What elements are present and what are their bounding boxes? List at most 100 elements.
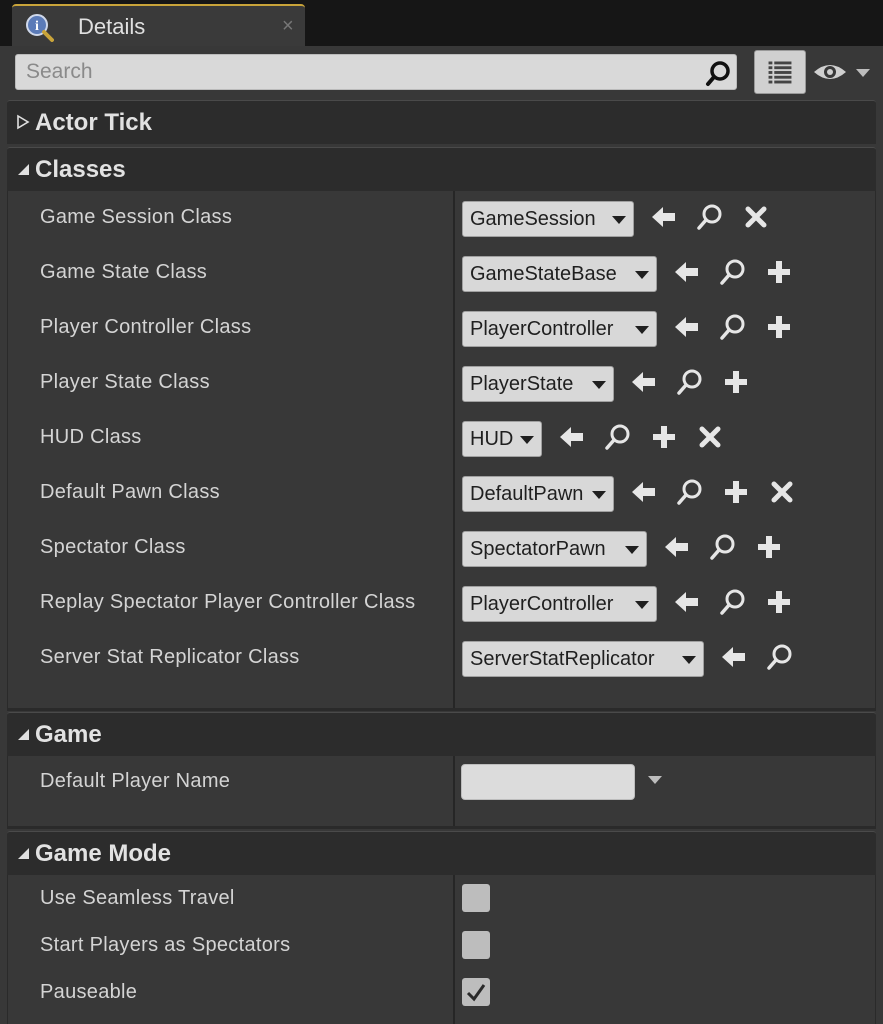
chevron-down-icon[interactable] <box>648 776 662 784</box>
category-classes[interactable]: Classes <box>7 147 876 191</box>
browse-button[interactable] <box>764 641 796 673</box>
add-button[interactable] <box>763 586 795 618</box>
browse-magnifier-icon <box>764 644 796 677</box>
property-row-bool: Use Seamless Travel <box>8 875 877 922</box>
class-picker-combo[interactable]: DefaultPawn <box>462 476 614 512</box>
category-title: Game <box>35 721 102 748</box>
use-selected-button[interactable] <box>671 586 703 618</box>
default-player-name-field[interactable] <box>461 764 635 800</box>
property-label: Use Seamless Travel <box>40 887 235 909</box>
clear-button[interactable] <box>694 421 726 453</box>
clear-x-icon <box>740 206 772 237</box>
class-picker-combo[interactable]: SpectatorPawn <box>462 531 647 567</box>
chevron-down-icon <box>592 491 606 499</box>
class-picker-combo[interactable]: HUD <box>462 421 542 457</box>
property-label: Player State Class <box>40 371 210 393</box>
clear-x-icon <box>694 426 726 457</box>
tab-title: Details <box>78 14 146 39</box>
expand-arrow-icon <box>15 114 31 130</box>
property-row-default-player-name: Default Player Name <box>8 756 877 810</box>
category-actor-tick[interactable]: Actor Tick <box>7 100 876 144</box>
tab-details[interactable]: i Details × <box>12 4 305 46</box>
clear-button[interactable] <box>766 476 798 508</box>
browse-magnifier-icon <box>707 534 739 567</box>
view-options-icon <box>755 61 805 97</box>
category-title: Actor Tick <box>35 109 152 136</box>
use-selected-button[interactable] <box>671 311 703 343</box>
arrow-left-icon <box>648 207 680 237</box>
arrow-left-icon <box>671 592 703 622</box>
class-picker-combo[interactable]: GameStateBase <box>462 256 657 292</box>
arrow-left-icon <box>671 262 703 292</box>
add-button[interactable] <box>720 366 752 398</box>
plus-icon <box>753 536 785 567</box>
property-row-class: HUD Class HUD <box>8 411 877 465</box>
use-selected-button[interactable] <box>671 256 703 288</box>
add-button[interactable] <box>763 256 795 288</box>
property-label: Pauseable <box>40 981 138 1003</box>
view-options-button[interactable] <box>754 50 806 94</box>
class-picker-combo[interactable]: GameSession <box>462 201 634 237</box>
add-button[interactable] <box>763 311 795 343</box>
search-input[interactable] <box>15 54 737 90</box>
category-game[interactable]: Game <box>7 712 876 756</box>
browse-button[interactable] <box>674 366 706 398</box>
category-game-mode[interactable]: Game Mode <box>7 831 876 875</box>
visibility-filter-button[interactable] <box>812 56 874 88</box>
details-magnifier-icon: i <box>24 12 54 42</box>
class-picker-combo[interactable]: PlayerController <box>462 586 657 622</box>
property-label: Default Player Name <box>40 770 231 792</box>
arrow-left-icon <box>671 317 703 347</box>
category-title: Game Mode <box>35 840 172 867</box>
browse-button[interactable] <box>707 531 739 563</box>
game-section: Default Player Name <box>7 756 876 826</box>
checkbox[interactable] <box>462 931 490 959</box>
add-button[interactable] <box>753 531 785 563</box>
checkbox[interactable] <box>462 978 490 1006</box>
class-picker-combo[interactable]: ServerStatReplicator <box>462 641 704 677</box>
browse-button[interactable] <box>674 476 706 508</box>
browse-magnifier-icon <box>694 204 726 237</box>
use-selected-button[interactable] <box>661 531 693 563</box>
combo-value: ServerStatReplicator <box>470 648 655 670</box>
plus-icon <box>763 316 795 347</box>
clear-button[interactable] <box>740 201 772 233</box>
search-icon[interactable] <box>705 59 733 87</box>
combo-value: HUD <box>470 428 514 450</box>
browse-button[interactable] <box>717 586 749 618</box>
property-label: Default Pawn Class <box>40 481 220 503</box>
add-button[interactable] <box>648 421 680 453</box>
category-title: Classes <box>35 156 126 183</box>
browse-button[interactable] <box>717 256 749 288</box>
browse-button[interactable] <box>602 421 634 453</box>
use-selected-button[interactable] <box>628 476 660 508</box>
chevron-down-icon <box>612 216 626 224</box>
combo-value: DefaultPawn <box>470 483 584 505</box>
combo-value: GameSession <box>470 208 596 230</box>
checkbox[interactable] <box>462 884 490 912</box>
clear-x-icon <box>766 481 798 512</box>
browse-button[interactable] <box>717 311 749 343</box>
browse-button[interactable] <box>694 201 726 233</box>
property-row-class: Player State Class PlayerState <box>8 356 877 410</box>
use-selected-button[interactable] <box>556 421 588 453</box>
tab-close-button[interactable]: × <box>282 15 294 38</box>
plus-icon <box>720 371 752 402</box>
section-separator <box>7 708 876 711</box>
svg-text:i: i <box>35 19 39 34</box>
chevron-down-icon <box>635 271 649 279</box>
use-selected-button[interactable] <box>628 366 660 398</box>
property-row-bool: Start Players as Spectators <box>8 922 877 969</box>
class-picker-combo[interactable]: PlayerController <box>462 311 657 347</box>
chevron-down-icon <box>625 546 639 554</box>
add-button[interactable] <box>720 476 752 508</box>
use-selected-button[interactable] <box>648 201 680 233</box>
plus-icon <box>763 261 795 292</box>
chevron-down-icon <box>520 436 534 444</box>
arrow-left-icon <box>661 537 693 567</box>
class-picker-combo[interactable]: PlayerState <box>462 366 614 402</box>
use-selected-button[interactable] <box>718 641 750 673</box>
browse-magnifier-icon <box>602 424 634 457</box>
tab-strip: i Details × <box>0 0 883 46</box>
property-label: Game State Class <box>40 261 208 283</box>
